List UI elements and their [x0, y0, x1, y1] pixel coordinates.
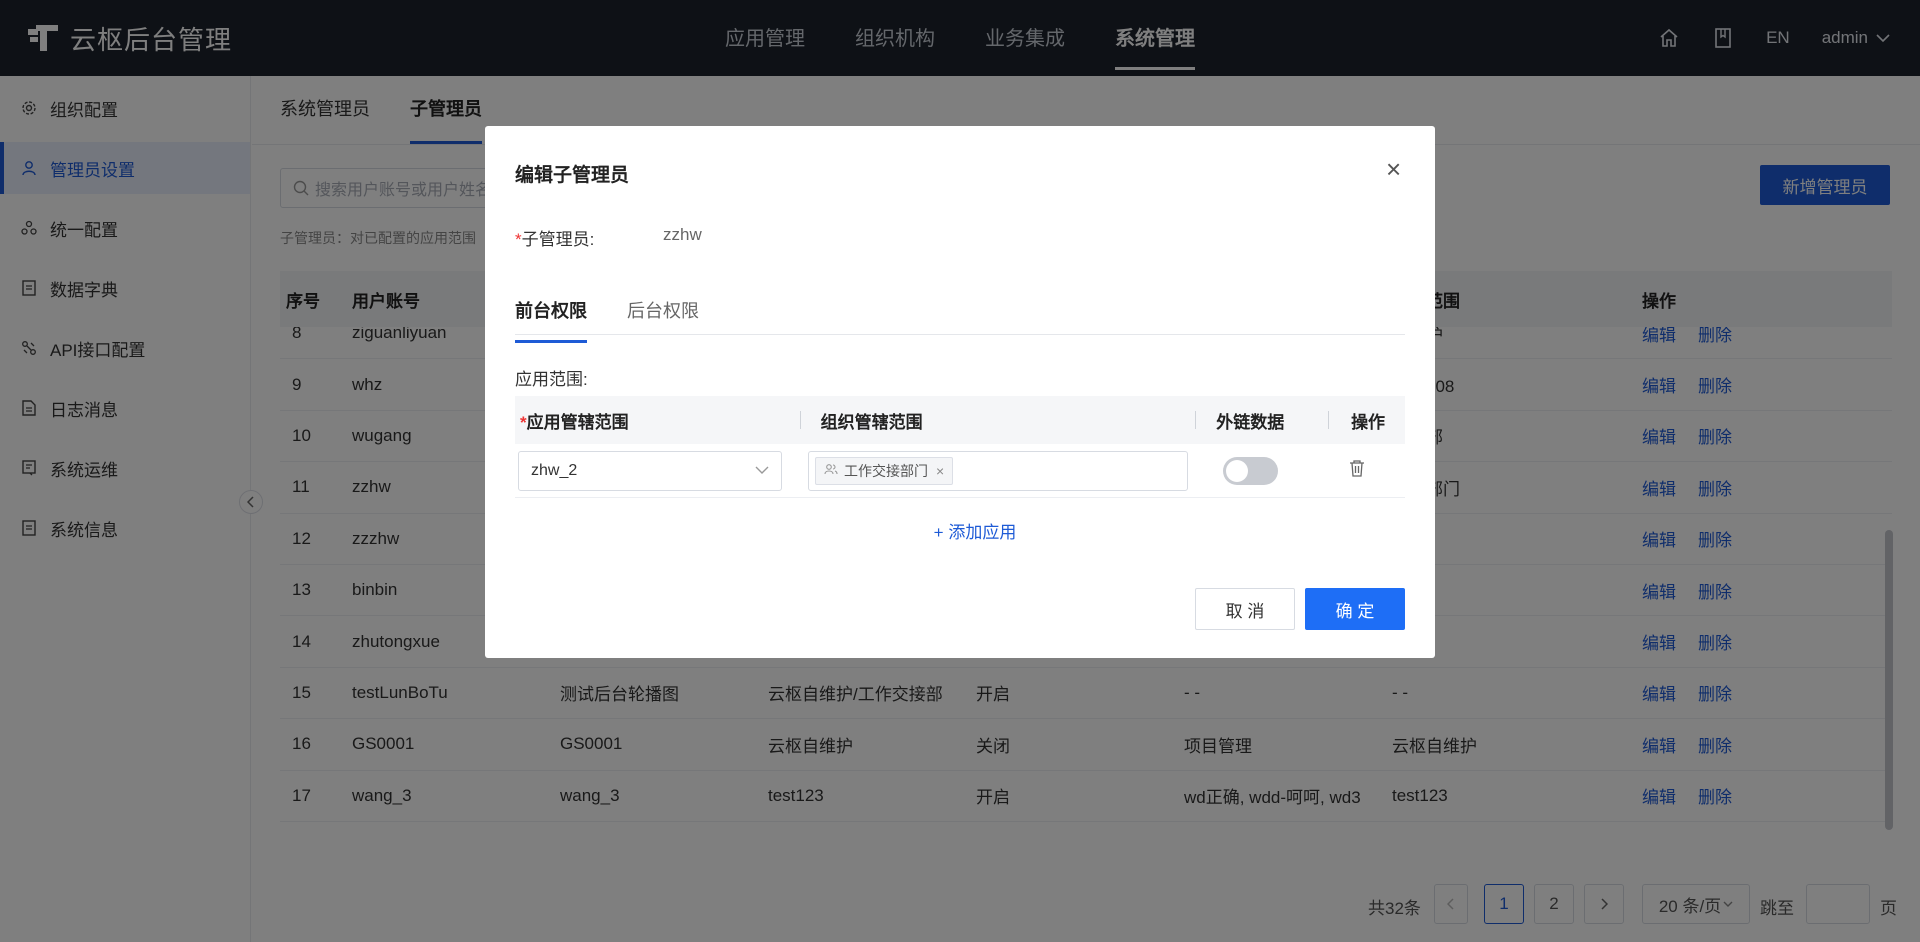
ext-data-toggle[interactable] [1223, 456, 1278, 485]
sub-admin-label: *子管理员: [515, 230, 595, 249]
chevron-down-icon [755, 466, 769, 474]
app-scope-label: 应用范围: [515, 370, 588, 389]
add-app-link[interactable]: + 添加应用 [485, 518, 1435, 543]
close-icon[interactable]: × [1386, 156, 1401, 182]
app-scope-value: zhw_2 [531, 461, 578, 479]
col-org-scope: 组织管辖范围 [820, 412, 923, 432]
confirm-button[interactable]: 确 定 [1305, 588, 1405, 630]
app-scope-row: zhw_2 工作交接部门 × [515, 444, 1405, 498]
app-scope-header: *应用管辖范围 组织管辖范围 外链数据 操作 [515, 396, 1405, 444]
org-scope-select[interactable]: 工作交接部门 × [808, 450, 1188, 491]
col-ext-data: 外链数据 [1216, 412, 1285, 432]
remove-tag-icon[interactable]: × [936, 463, 944, 479]
permission-tabs: 前台权限 后台权限 [515, 296, 1405, 343]
edit-sub-admin-dialog: 编辑子管理员 × *子管理员: zzhw 前台权限 后台权限 应用范围: *应用… [485, 126, 1435, 658]
dialog-title: 编辑子管理员 [515, 165, 630, 186]
org-tag-label: 工作交接部门 [844, 462, 928, 479]
col-app-scope: *应用管辖范围 [520, 412, 629, 432]
tab-front-permission[interactable]: 前台权限 [515, 296, 587, 343]
trash-icon[interactable] [1349, 459, 1365, 477]
users-icon [824, 463, 838, 478]
app-scope-table: *应用管辖范围 组织管辖范围 外链数据 操作 zhw_2 工作交接部门 × [515, 396, 1405, 498]
cancel-button[interactable]: 取 消 [1195, 588, 1295, 630]
tab-back-permission[interactable]: 后台权限 [627, 296, 699, 334]
org-tag: 工作交接部门 × [815, 456, 954, 485]
col-operation: 操作 [1351, 412, 1386, 432]
app-scope-select[interactable]: zhw_2 [518, 450, 782, 491]
sub-admin-value: zzhw [663, 225, 702, 244]
